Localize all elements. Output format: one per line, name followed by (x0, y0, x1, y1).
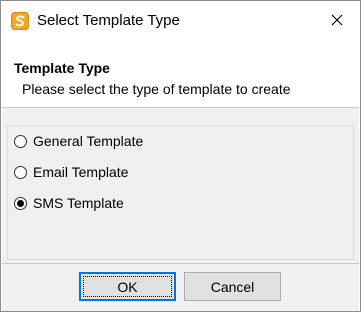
radio-sms-template[interactable]: SMS Template (14, 194, 124, 212)
header-panel: Template Type Please select the type of … (2, 41, 359, 107)
radio-label: Email Template (33, 164, 129, 180)
radio-button[interactable] (14, 165, 27, 179)
dialog-window: Select Template Type Template Type Pleas… (0, 0, 361, 312)
button-bar: OK Cancel (2, 264, 359, 311)
focus-rectangle (83, 276, 172, 297)
close-button[interactable] (314, 1, 360, 41)
radio-label: SMS Template (33, 195, 124, 211)
radio-button-selected[interactable] (14, 196, 27, 210)
app-logo-icon (11, 12, 29, 30)
close-icon (331, 13, 343, 29)
radio-button[interactable] (14, 134, 27, 148)
page-subtitle: Please select the type of template to cr… (22, 81, 291, 97)
radio-selected-dot (17, 199, 24, 207)
cancel-button-label: Cancel (210, 278, 255, 295)
options-panel: General Template Email Template SMS Temp… (2, 108, 359, 263)
radio-general-template[interactable]: General Template (14, 132, 143, 150)
radio-label: General Template (33, 133, 144, 149)
title-bar[interactable]: Select Template Type (1, 1, 360, 41)
window-title: Select Template Type (37, 12, 180, 29)
cancel-button[interactable]: Cancel (184, 272, 281, 301)
page-title: Template Type (14, 60, 110, 76)
radio-email-template[interactable]: Email Template (14, 163, 128, 181)
ok-button[interactable]: OK (79, 272, 176, 301)
